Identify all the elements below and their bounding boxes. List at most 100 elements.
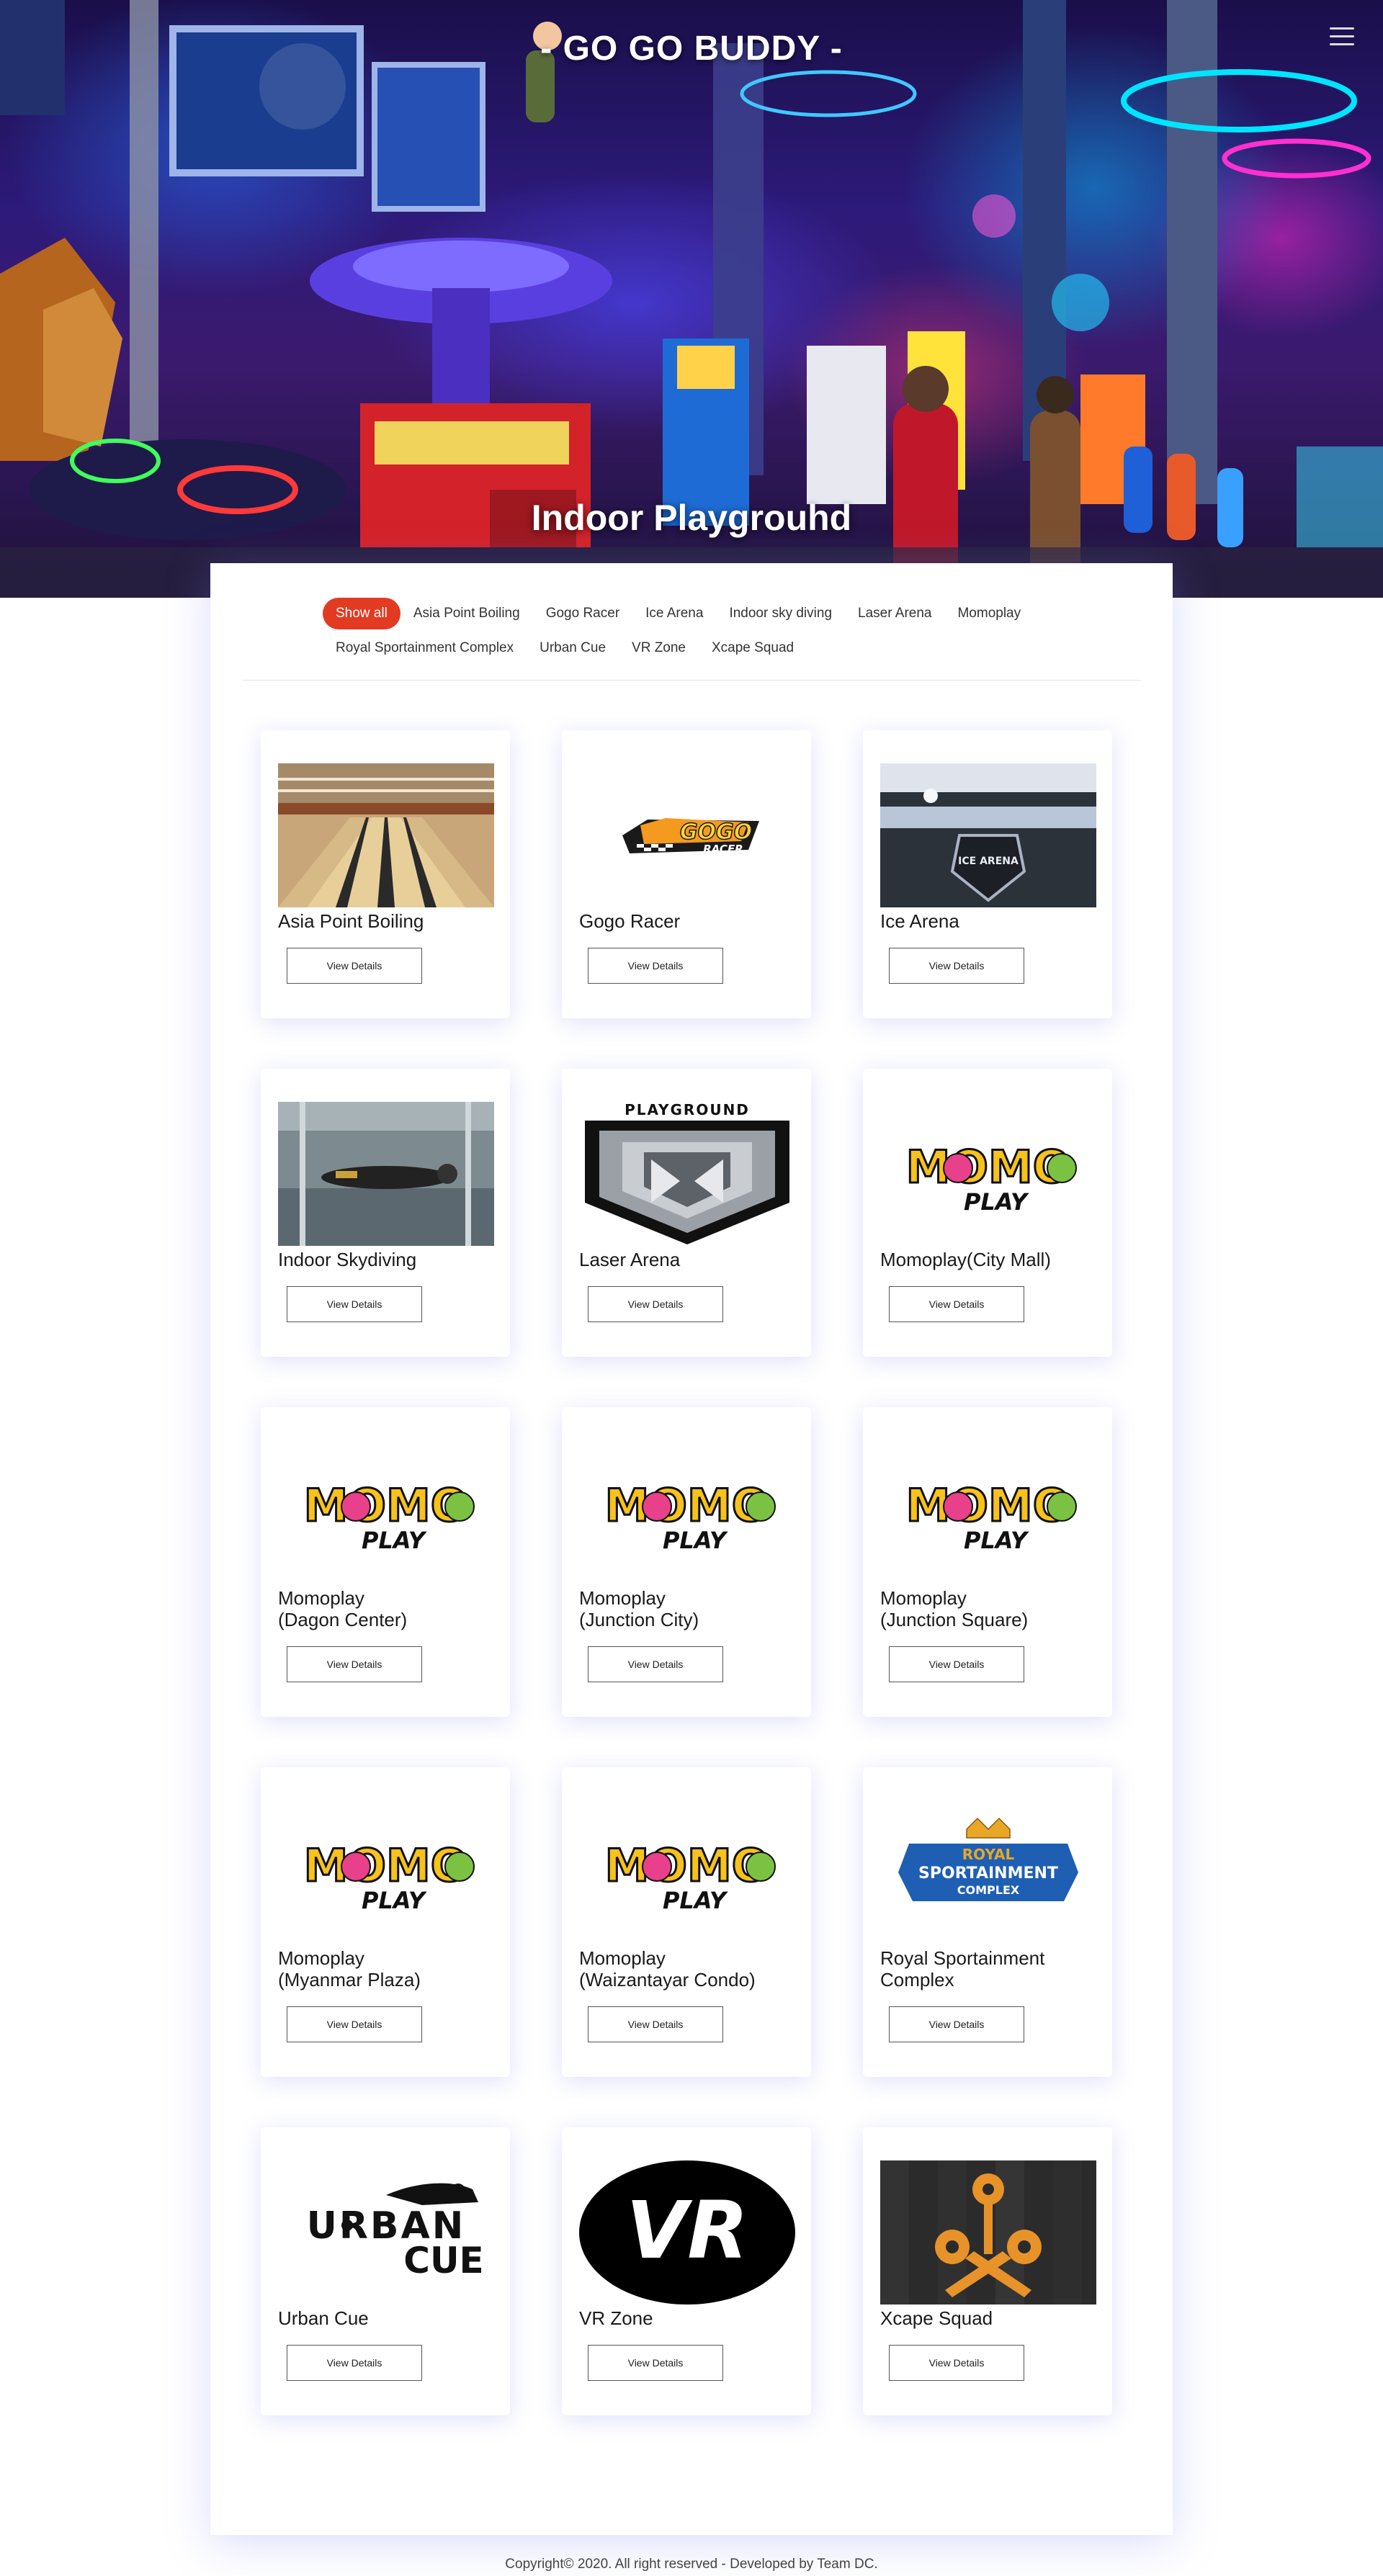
view-details-button[interactable]: View Details [588, 2006, 723, 2042]
page-heading: Indoor Playgrouhd [531, 498, 852, 538]
venue-name: Xcape Squad [880, 2307, 993, 2329]
category-filter-bar: Show all Asia Point Boiling Gogo Racer I… [323, 598, 1072, 667]
urban-cue-logo[interactable]: URBAN CUE [278, 2160, 494, 2305]
hero-banner: - GO GO BUDDY - Indoor Playgrouhd [0, 0, 1383, 598]
venue-name: Urban Cue [278, 2307, 369, 2329]
vr-wordmark: VR [626, 2184, 748, 2276]
filter-momoplay[interactable]: Momoplay [944, 598, 1034, 629]
skydiving-photo[interactable] [278, 1102, 494, 1246]
venue-card-momoplay-junction-square: MOMO PLAY Momoplay (Junction Square) Vie… [863, 1407, 1112, 1717]
venue-card-vr-zone: VR VR Zone View Details [562, 2127, 811, 2415]
ice-arena-wordmark: ICE ARENA [958, 856, 1019, 867]
filter-ice-arena[interactable]: Ice Arena [632, 598, 716, 629]
filter-royal-sportainment[interactable]: Royal Sportainment Complex [323, 632, 527, 664]
vr-logo[interactable]: VR [579, 2160, 795, 2305]
venue-name: Momoplay (Junction City) [579, 1587, 699, 1630]
venue-name: Indoor Skydiving [278, 1249, 417, 1270]
filter-urban-cue[interactable]: Urban Cue [527, 632, 619, 664]
momo-wordmark: MOMO [304, 1839, 469, 1892]
hamburger-menu-icon[interactable] [1330, 27, 1354, 52]
view-details-button[interactable]: View Details [889, 1646, 1024, 1682]
venue-name: Ice Arena [880, 910, 959, 932]
complex-wordmark: COMPLEX [957, 1883, 1020, 1897]
filter-divider [242, 680, 1141, 681]
venue-card-urban-cue: URBAN CUE Urban Cue View Details [261, 2127, 510, 2415]
play-wordmark: PLAY [362, 1527, 427, 1554]
view-details-button[interactable]: View Details [287, 948, 422, 984]
momoplay-logo[interactable]: MOMO PLAY [278, 1800, 494, 1944]
momo-wordmark: MOMO [605, 1479, 770, 1532]
filter-xcape-squad[interactable]: Xcape Squad [699, 632, 807, 664]
venue-card-laser-arena: PLAYGROUND Laser Arena View Details [562, 1069, 811, 1357]
venue-card-momoplay-dagon-center: MOMO PLAY Momoplay (Dagon Center) View D… [261, 1407, 510, 1717]
filter-show-all[interactable]: Show all [323, 598, 400, 629]
momo-wordmark: MOMO [906, 1479, 1071, 1532]
filter-row-2: Royal Sportainment Complex Urban Cue VR … [323, 632, 1072, 664]
playground-wordmark: PLAYGROUND [625, 1102, 750, 1118]
view-details-button[interactable]: View Details [889, 1286, 1024, 1322]
view-details-button[interactable]: View Details [889, 2006, 1024, 2042]
filter-vr-zone[interactable]: VR Zone [619, 632, 699, 664]
venue-card-momoplay-junction-city: MOMO PLAY Momoplay (Junction City) View … [562, 1407, 811, 1717]
momo-wordmark: MOMO [304, 1479, 469, 1532]
venue-name: Asia Point Boiling [278, 910, 424, 932]
momoplay-logo[interactable]: MOMO PLAY [880, 1102, 1096, 1246]
venue-name: VR Zone [579, 2307, 653, 2329]
gogo-racer-wordmark: GOGO [680, 820, 752, 845]
venue-name: Momoplay (Waizantayar Condo) [579, 1947, 756, 1991]
venue-name: Laser Arena [579, 1249, 681, 1270]
play-wordmark: PLAY [362, 1887, 427, 1914]
royal-wordmark: ROYAL [962, 1846, 1015, 1863]
view-details-button[interactable]: View Details [287, 2006, 422, 2042]
view-details-button[interactable]: View Details [287, 2345, 422, 2381]
view-details-button[interactable]: View Details [588, 948, 723, 984]
ice-arena-photo[interactable]: ICE ARENA [880, 763, 1096, 907]
venue-name: Royal Sportainment Complex [880, 1947, 1045, 1991]
venue-card-gogo-racer: GOGO RACER Gogo Racer View Details [562, 730, 811, 1018]
venue-card-momoplay-myanmar-plaza: MOMO PLAY Momoplay (Myanmar Plaza) View … [261, 1767, 510, 2077]
play-wordmark: PLAY [964, 1527, 1029, 1554]
venue-card-momoplay-city-mall: MOMO PLAY Momoplay(City Mall) View Detai… [863, 1069, 1112, 1357]
view-details-button[interactable]: View Details [588, 2345, 723, 2381]
view-details-button[interactable]: View Details [588, 1286, 723, 1322]
venue-name: Momoplay(City Mall) [880, 1249, 1051, 1270]
royal-sportainment-logo[interactable]: ROYAL SPORTAINMENT COMPLEX [880, 1800, 1096, 1944]
venue-card-indoor-skydiving: Indoor Skydiving View Details [261, 1069, 510, 1357]
venue-card-momoplay-waizantayar-condo: MOMO PLAY Momoplay (Waizantayar Condo) V… [562, 1767, 811, 2077]
play-wordmark: PLAY [663, 1527, 728, 1554]
venue-name: Momoplay (Myanmar Plaza) [278, 1947, 421, 1991]
play-wordmark: PLAY [964, 1188, 1029, 1216]
venue-card-xcape-squad: Xcape Squad View Details [863, 2127, 1112, 2415]
playground-shield-logo[interactable]: PLAYGROUND [579, 1102, 795, 1246]
filter-indoor-sky-diving[interactable]: Indoor sky diving [716, 598, 845, 629]
site-title: - GO GO BUDDY - [540, 30, 843, 68]
venue-name: Momoplay (Dagon Center) [278, 1587, 408, 1630]
sportainment-wordmark: SPORTAINMENT [918, 1864, 1058, 1882]
view-details-button[interactable]: View Details [588, 1646, 723, 1682]
filter-laser-arena[interactable]: Laser Arena [845, 598, 944, 629]
xcape-keys-photo[interactable] [880, 2160, 1096, 2305]
momoplay-logo[interactable]: MOMO PLAY [880, 1440, 1096, 1584]
venue-card-asia-point-boiling: Asia Point Boiling View Details [261, 730, 510, 1018]
momoplay-logo[interactable]: MOMO PLAY [278, 1440, 494, 1584]
filter-gogo-racer[interactable]: Gogo Racer [533, 598, 632, 629]
footer-copyright: Copyright© 2020. All right reserved - De… [505, 2557, 878, 2572]
momoplay-logo[interactable]: MOMO PLAY [579, 1800, 795, 1944]
cue-wordmark: CUE [403, 2240, 483, 2281]
momoplay-logo[interactable]: MOMO PLAY [579, 1440, 795, 1584]
view-details-button[interactable]: View Details [287, 1646, 422, 1682]
venue-card-royal-sportainment: ROYAL SPORTAINMENT COMPLEX Royal Sportai… [863, 1767, 1112, 2077]
view-details-button[interactable]: View Details [889, 948, 1024, 984]
venue-name: Momoplay (Junction Square) [880, 1587, 1029, 1630]
momo-wordmark: MOMO [906, 1141, 1071, 1193]
view-details-button[interactable]: View Details [287, 1286, 422, 1322]
play-wordmark: PLAY [663, 1887, 728, 1914]
venue-card-ice-arena: ICE ARENA Ice Arena View Details [863, 730, 1112, 1018]
gogo-racer-subword: RACER [703, 843, 743, 856]
filter-row-1: Show all Asia Point Boiling Gogo Racer I… [323, 598, 1072, 629]
bowling-alley-photo[interactable] [278, 763, 494, 907]
view-details-button[interactable]: View Details [889, 2345, 1024, 2381]
filter-asia-point-boiling[interactable]: Asia Point Boiling [400, 598, 533, 629]
venue-name: Gogo Racer [579, 910, 681, 932]
gogo-racer-logo[interactable]: GOGO RACER [579, 763, 795, 907]
